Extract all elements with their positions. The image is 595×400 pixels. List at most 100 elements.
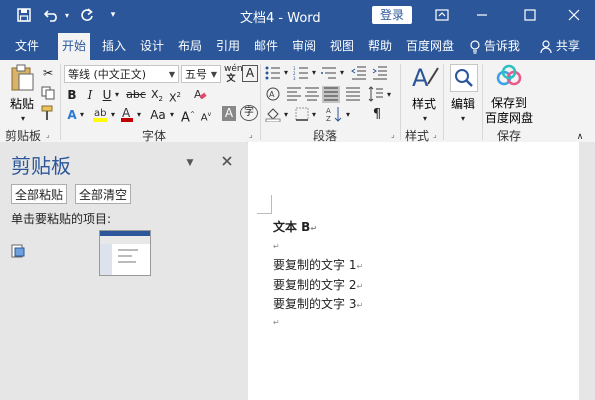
shrink-font-icon[interactable]: Av (199, 106, 213, 124)
tab-mailings[interactable]: 邮件 (250, 36, 282, 56)
font-color-dropdown-icon[interactable]: ▾ (135, 106, 143, 124)
font-dialog-launcher-icon[interactable]: ⌟ (249, 130, 253, 139)
paragraph-dialog-launcher-icon[interactable]: ⌟ (391, 130, 395, 139)
close-icon[interactable] (222, 156, 232, 166)
justify-icon[interactable] (322, 86, 340, 103)
italic-icon[interactable]: I (84, 86, 96, 104)
clipboard-dialog-launcher-icon[interactable]: ⌟ (46, 130, 50, 139)
chevron-down-icon: ▼ (168, 70, 175, 79)
chinese-layout-icon[interactable]: A (265, 86, 281, 102)
cut-icon[interactable]: ✂ (40, 64, 56, 82)
document-line[interactable]: ↵ (273, 238, 280, 252)
bold-icon[interactable]: B (66, 86, 78, 104)
underline-dropdown-icon[interactable]: ▾ (113, 86, 121, 104)
document-line[interactable]: 要复制的文字 1↵ (273, 256, 363, 273)
multilevel-list-icon[interactable] (321, 66, 337, 80)
document-line[interactable]: 要复制的文字 3↵ (273, 295, 363, 312)
line-spacing-dropdown-icon[interactable]: ▾ (385, 86, 393, 104)
enclose-characters-icon[interactable]: 字 (240, 105, 258, 121)
character-shading-icon[interactable]: A (222, 106, 236, 121)
font-size-combo[interactable]: 五号 ▼ (181, 65, 221, 83)
clipboard-item-thumbnail[interactable] (99, 230, 151, 276)
shading-dropdown-icon[interactable]: ▾ (282, 106, 290, 124)
styles-dropdown-icon[interactable]: ▾ (420, 110, 430, 128)
copy-icon[interactable] (41, 86, 55, 100)
document-line[interactable]: ↵ (273, 314, 280, 328)
tab-file[interactable]: 文件 (10, 36, 44, 56)
document-line[interactable]: 文本 B↵ (273, 218, 317, 235)
highlight-color-icon[interactable]: ab (92, 105, 108, 123)
tab-view[interactable]: 视图 (326, 36, 358, 56)
editing-dropdown-icon[interactable]: ▾ (458, 110, 468, 128)
superscript-icon[interactable]: X2 (168, 86, 182, 105)
distributed-icon[interactable] (345, 87, 361, 101)
subscript-icon[interactable]: X2 (150, 86, 164, 104)
numbering-icon[interactable]: 123 (293, 66, 309, 80)
borders-dropdown-icon[interactable]: ▾ (310, 106, 318, 124)
tab-design[interactable]: 设计 (136, 36, 168, 56)
grow-font-icon[interactable]: A^ (181, 106, 195, 125)
character-border-icon[interactable]: A (242, 65, 258, 82)
styles-dialog-launcher-icon[interactable]: ⌟ (433, 130, 437, 139)
align-center-icon[interactable] (304, 87, 320, 101)
styles-icon[interactable]: A (410, 64, 440, 92)
find-icon[interactable] (450, 64, 478, 92)
share-button[interactable]: 共享 (536, 36, 584, 56)
maximize-icon[interactable] (518, 4, 542, 26)
increase-indent-icon[interactable] (372, 66, 388, 80)
tab-insert[interactable]: 插入 (98, 36, 130, 56)
page-corner-mark (257, 195, 272, 214)
shading-icon[interactable] (265, 106, 281, 122)
tab-baidu-netdisk[interactable]: 百度网盘 (404, 36, 456, 56)
underline-icon[interactable]: U (101, 86, 113, 104)
font-color-icon[interactable]: A (120, 105, 134, 123)
customize-qat-icon[interactable]: ▾ (106, 4, 120, 26)
ribbon-display-icon[interactable] (430, 4, 454, 26)
document-line[interactable]: 要复制的文字 2↵ (273, 276, 363, 293)
tab-review[interactable]: 审阅 (288, 36, 320, 56)
sort-dropdown-icon[interactable]: ▾ (344, 106, 352, 124)
paste-icon[interactable] (9, 64, 35, 92)
vertical-scrollbar[interactable] (579, 142, 595, 400)
login-button[interactable]: 登录 (372, 6, 412, 24)
font-name-combo[interactable]: 等线 (中文正文) ▼ (64, 65, 179, 83)
line-spacing-icon[interactable] (368, 86, 384, 102)
text-effects-icon[interactable]: A (66, 106, 78, 124)
undo-dropdown-icon[interactable]: ▾ (62, 4, 72, 26)
change-case-button[interactable]: Aa (148, 106, 168, 124)
tell-me-label: 告诉我 (483, 39, 520, 53)
close-icon[interactable] (562, 4, 586, 26)
clear-all-button[interactable]: 全部清空 (75, 184, 131, 204)
tell-me-search[interactable]: 告诉我 (464, 36, 526, 56)
borders-icon[interactable] (295, 107, 309, 121)
phonetic-guide-icon[interactable]: wén 文 (224, 64, 243, 84)
tab-references[interactable]: 引用 (212, 36, 244, 56)
line-text: 要复制的文字 1 (273, 258, 357, 272)
align-left-icon[interactable] (286, 87, 302, 101)
tab-home[interactable]: 开始 (58, 33, 90, 60)
multilevel-dropdown-icon[interactable]: ▾ (338, 64, 346, 82)
strikethrough-icon[interactable]: abc (125, 86, 147, 104)
baidu-netdisk-icon[interactable] (496, 64, 522, 90)
format-painter-icon[interactable] (41, 105, 55, 121)
bullets-icon[interactable] (265, 66, 281, 80)
redo-icon[interactable] (78, 4, 96, 26)
save-baidu-label-2[interactable]: 百度网盘 (485, 109, 533, 126)
bullets-dropdown-icon[interactable]: ▾ (282, 64, 290, 82)
decrease-indent-icon[interactable] (351, 66, 367, 80)
tab-layout[interactable]: 布局 (174, 36, 206, 56)
undo-icon[interactable] (42, 4, 62, 26)
tab-help[interactable]: 帮助 (364, 36, 396, 56)
text-effects-dropdown-icon[interactable]: ▾ (78, 106, 86, 124)
pane-options-icon[interactable]: ▼ (184, 154, 196, 172)
save-icon[interactable] (14, 4, 34, 26)
clear-formatting-icon[interactable]: A (193, 87, 207, 101)
highlight-dropdown-icon[interactable]: ▾ (109, 106, 117, 124)
minimize-icon[interactable] (470, 4, 494, 26)
sort-icon[interactable]: AZ (326, 106, 344, 122)
numbering-dropdown-icon[interactable]: ▾ (310, 64, 318, 82)
paste-dropdown-icon[interactable]: ▾ (18, 110, 28, 128)
paste-all-button[interactable]: 全部粘贴 (11, 184, 67, 204)
change-case-dropdown-icon[interactable]: ▾ (168, 106, 176, 124)
show-marks-icon[interactable]: ¶ (370, 106, 384, 124)
